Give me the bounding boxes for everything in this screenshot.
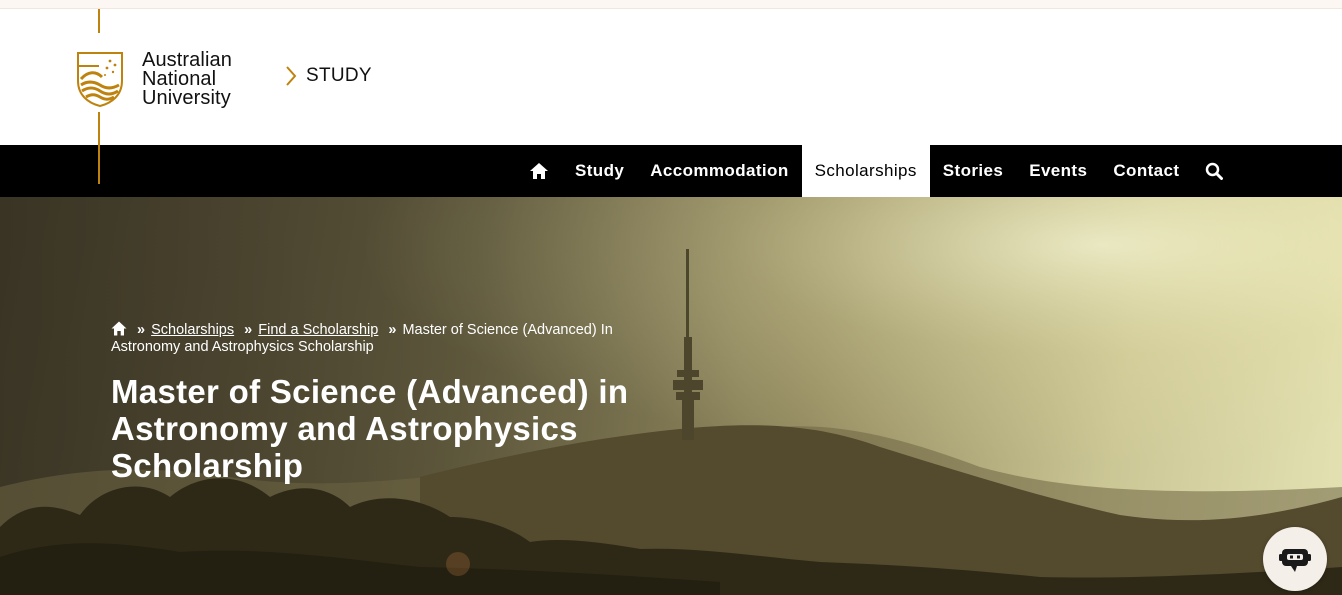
breadcrumb-link-scholarships[interactable]: Scholarships	[151, 322, 234, 338]
anu-crest-icon	[77, 52, 123, 107]
nav-item-study[interactable]: Study	[562, 145, 637, 197]
nav-item-stories[interactable]: Stories	[930, 145, 1016, 197]
breadcrumb-separator-icon: »	[244, 322, 253, 338]
breadcrumb-link-find-scholarship[interactable]: Find a Scholarship	[258, 322, 378, 338]
breadcrumb-separator-icon: »	[388, 322, 397, 338]
main-navigation: Study Accommodation Scholarships Stories…	[0, 145, 1342, 197]
chatbot-button[interactable]	[1263, 527, 1327, 591]
nav-item-accommodation[interactable]: Accommodation	[637, 145, 801, 197]
home-icon	[530, 163, 548, 179]
brand-divider-line	[98, 9, 100, 33]
breadcrumb-separator-icon: »	[137, 322, 146, 338]
hero-banner: » Scholarships » Find a Scholarship » Maste…	[0, 197, 1342, 595]
nav-item-scholarships[interactable]: Scholarships	[801, 145, 930, 197]
university-name-line: National	[142, 67, 217, 90]
university-name: Australian National University	[142, 48, 232, 109]
nav-home[interactable]	[516, 145, 562, 197]
breadcrumb: » Scholarships » Find a Scholarship » Maste…	[111, 321, 651, 356]
brand-divider-line	[98, 112, 100, 184]
study-section-link[interactable]: STUDY	[284, 65, 372, 87]
search-icon	[1206, 162, 1224, 180]
university-name-line: University	[142, 86, 231, 109]
home-icon[interactable]	[111, 321, 127, 336]
nav-items: Study Accommodation Scholarships Stories…	[516, 145, 1236, 197]
anu-logo[interactable]: Australian National University	[76, 49, 246, 109]
nav-search[interactable]	[1192, 145, 1236, 197]
study-section-label: STUDY	[306, 65, 372, 86]
chevron-right-icon	[286, 66, 297, 86]
university-name-line: Australian	[142, 48, 232, 71]
site-header: Australian National University STUDY	[0, 9, 1342, 145]
page-title: Master of Science (Advanced) in Astronom…	[111, 373, 629, 484]
nav-item-contact[interactable]: Contact	[1100, 145, 1192, 197]
chatbot-icon	[1279, 549, 1311, 572]
nav-item-events[interactable]: Events	[1016, 145, 1100, 197]
top-strip	[0, 0, 1342, 9]
